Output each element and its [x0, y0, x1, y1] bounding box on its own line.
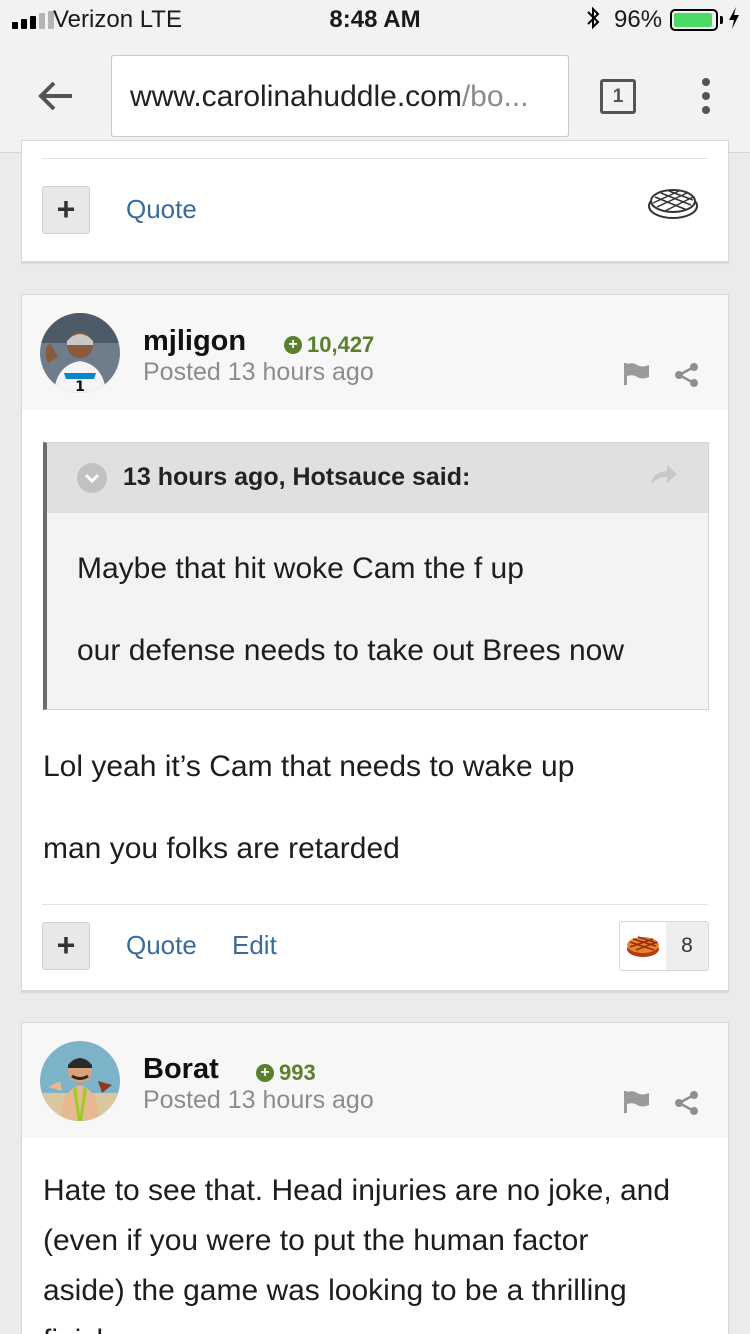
back-button[interactable]	[36, 76, 76, 116]
chevron-down-icon[interactable]	[77, 463, 107, 493]
post-body-line: (even if you were to put the human facto…	[43, 1224, 589, 1257]
author-name[interactable]: Borat	[143, 1053, 219, 1086]
quote-citation: 13 hours ago, Hotsauce said:	[123, 463, 471, 491]
post-body-line: Hate to see that. Head injuries are no j…	[43, 1174, 671, 1207]
reputation-badge: + 10,427	[284, 332, 374, 358]
battery-tip	[720, 16, 723, 24]
reputation-plus-icon: +	[256, 1064, 274, 1082]
tab-switcher-button[interactable]: 1	[600, 79, 636, 114]
status-bar: Verizon LTE 8:48 AM 96%	[0, 0, 750, 40]
quote-link[interactable]: Quote	[126, 194, 197, 225]
post-header: Borat + 993 Posted 13 hours ago	[22, 1023, 728, 1138]
reputation-plus-icon: +	[284, 336, 302, 354]
bluetooth-icon	[585, 6, 601, 37]
report-flag-icon[interactable]	[623, 1090, 651, 1114]
post-card-previous: + Quote	[21, 140, 729, 262]
back-arrow-icon	[38, 81, 72, 111]
report-flag-icon[interactable]	[623, 362, 651, 386]
pie-icon	[620, 922, 666, 970]
browser-toolbar: www.carolinahuddle.com/bo... 1	[0, 40, 750, 153]
overflow-menu-icon[interactable]	[700, 78, 712, 118]
post-body-line: aside) the game was looking to be a thri…	[43, 1274, 627, 1307]
author-avatar[interactable]	[40, 1041, 120, 1121]
svg-text:1: 1	[75, 379, 85, 393]
share-icon[interactable]	[674, 1090, 700, 1116]
post-card: Borat + 993 Posted 13 hours ago Hate to …	[21, 1022, 729, 1334]
url-path: /bo...	[461, 80, 529, 113]
quote-line: our defense needs to take out Brees now	[77, 634, 625, 667]
edit-link[interactable]: Edit	[232, 930, 277, 961]
reputation-count: 10,427	[307, 332, 375, 357]
reputation-badge: + 993	[256, 1060, 316, 1086]
post-body-line: finish...	[43, 1324, 138, 1334]
multiquote-button[interactable]: +	[42, 186, 90, 234]
reaction-count: 8	[666, 922, 708, 970]
share-icon[interactable]	[674, 362, 700, 388]
reaction-summary[interactable]: 8	[619, 921, 709, 971]
charging-bolt-icon	[727, 6, 741, 36]
post-header: 1 mjligon + 10,427 Posted 13 hours ago	[22, 295, 728, 410]
post-timestamp[interactable]: Posted 13 hours ago	[143, 358, 374, 387]
post-footer-divider	[42, 158, 708, 159]
battery-percent: 96%	[614, 6, 663, 33]
go-to-quoted-post-icon[interactable]	[649, 462, 679, 486]
url-field[interactable]: www.carolinahuddle.com/bo...	[111, 55, 569, 137]
quote-header: 13 hours ago, Hotsauce said:	[47, 443, 708, 513]
post-timestamp[interactable]: Posted 13 hours ago	[143, 1086, 374, 1115]
multiquote-button[interactable]: +	[42, 922, 90, 970]
author-avatar[interactable]: 1	[40, 313, 120, 393]
battery-icon	[670, 9, 718, 31]
pie-outline-icon[interactable]	[647, 185, 699, 221]
post-card: 1 mjligon + 10,427 Posted 13 hours ago 1…	[21, 294, 729, 991]
post-body-line: man you folks are retarded	[43, 832, 400, 865]
quoted-post: 13 hours ago, Hotsauce said: Maybe that …	[43, 442, 709, 710]
url-host: www.carolinahuddle.com	[130, 80, 462, 113]
post-footer-divider	[42, 904, 708, 905]
post-body-line: Lol yeah it’s Cam that needs to wake up	[43, 750, 575, 783]
author-name[interactable]: mjligon	[143, 325, 246, 358]
quote-link[interactable]: Quote	[126, 930, 197, 961]
reputation-count: 993	[279, 1060, 316, 1085]
quote-line: Maybe that hit woke Cam the f up	[77, 552, 524, 585]
